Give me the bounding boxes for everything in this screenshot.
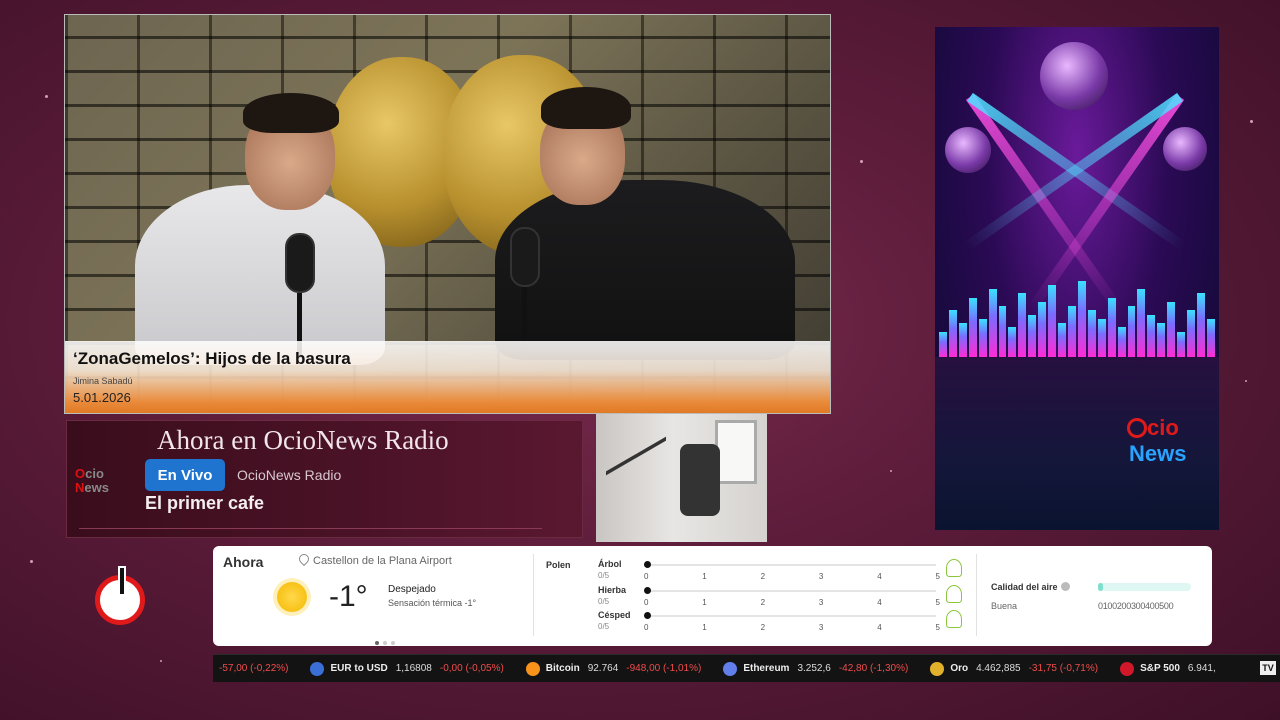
promo-banner[interactable]: cio News [935,27,1219,530]
video-title[interactable]: ‘ZonaGemelos’: Hijos de la basura [73,349,822,369]
divider [533,554,534,636]
weather-condition: Despejado [388,584,436,595]
pollen-label: Polen [546,560,571,570]
weather-widget: Ahora Castellon de la Plana Airport -1° … [213,546,1212,646]
pollen-level-marker [644,612,651,619]
ticker-item[interactable]: EUR to USD 1,16808 -0,00 (-0,05%) [310,661,504,676]
feels-like: Sensación térmica -1° [388,598,477,608]
grass-icon [946,585,962,603]
info-icon[interactable] [1060,582,1070,591]
location-pin-icon [296,551,312,567]
ticker-item[interactable]: Oro 4.462,885 -31,75 (-0,71%) [930,661,1098,676]
divider [976,554,977,636]
ticker-item[interactable]: S&P 500 6.941, [1120,661,1224,676]
ethereum-icon [723,661,738,676]
video-caption[interactable]: ‘ZonaGemelos’: Hijos de la basura Jimina… [65,341,830,413]
air-quality-scale: 0100200300400500 [1098,601,1174,611]
pollen-row-grass: Hierba 0/5 012345 [598,585,962,609]
weather-now-label: Ahora [223,554,264,570]
gold-icon [930,661,945,676]
live-button[interactable]: En Vivo [145,459,225,491]
ticker-item[interactable]: -57,00 (-0,22%) [219,663,288,674]
station-name: OcioNews Radio [237,467,342,483]
currency-icon [310,661,325,676]
air-quality-status: Buena [991,601,1018,611]
disco-ball-icon [1163,127,1207,171]
disco-ball-icon [1040,42,1108,110]
window [715,420,757,484]
ticker-item[interactable]: Bitcoin 92.764 -948,00 (-1,01%) [525,661,701,676]
host-left [115,85,445,365]
pollen-row-tree: Árbol 0/5 012345 [598,559,962,583]
disco-ball-icon [945,127,991,173]
video-author: Jimina Sabadú [73,376,133,386]
host-right [455,85,815,360]
chair [680,444,720,516]
temperature: -1° [329,580,368,613]
now-playing-heading: Ahora en OcioNews Radio [157,425,449,455]
power-icon [1127,418,1147,438]
tradingview-logo-icon[interactable]: TV [1260,661,1276,675]
equalizer-bars [935,272,1219,357]
ticker-item[interactable]: Ethereum 3.252,6 -42,80 (-1,30%) [723,661,908,676]
lawn-icon [946,610,962,628]
power-icon[interactable] [95,566,145,625]
ocionews-logo-icon: Ocio News [75,466,109,495]
pollen-level-marker [644,587,651,594]
microphone-left [285,233,315,293]
video-date: 5.01.2026 [73,390,131,405]
pollen-scale: 012345 [644,572,940,581]
pollen-level-marker [644,561,651,568]
market-ticker: -57,00 (-0,22%) EUR to USD 1,16808 -0,00 (… [213,654,1280,682]
webcam-feed [596,414,767,542]
now-playing-panel: Ahora en OcioNews Radio Ocio News En Vivo… [66,420,583,538]
stair-railing [606,436,666,522]
divider [79,528,542,529]
sun-icon [277,582,307,612]
show-name: El primer cafe [145,493,265,513]
air-quality-bar [1098,583,1191,591]
pollen-row-lawn: Césped 0/5 012345 [598,610,962,634]
ocionews-logo: cio News [1127,415,1187,466]
video-player[interactable]: ‘ZonaGemelos’: Hijos de la basura Jimina… [64,14,831,414]
pollen-scale: 012345 [644,598,940,607]
air-quality-label: Calidad del aire [991,582,1070,592]
tree-icon [946,559,962,577]
pollen-scale: 012345 [644,623,940,632]
air-quality-fill [1098,583,1103,591]
carousel-dots[interactable] [375,632,399,650]
bitcoin-icon [525,661,540,676]
sp500-icon [1120,661,1135,676]
weather-location[interactable]: Castellon de la Plana Airport [296,551,452,567]
microphone-right [510,227,540,287]
